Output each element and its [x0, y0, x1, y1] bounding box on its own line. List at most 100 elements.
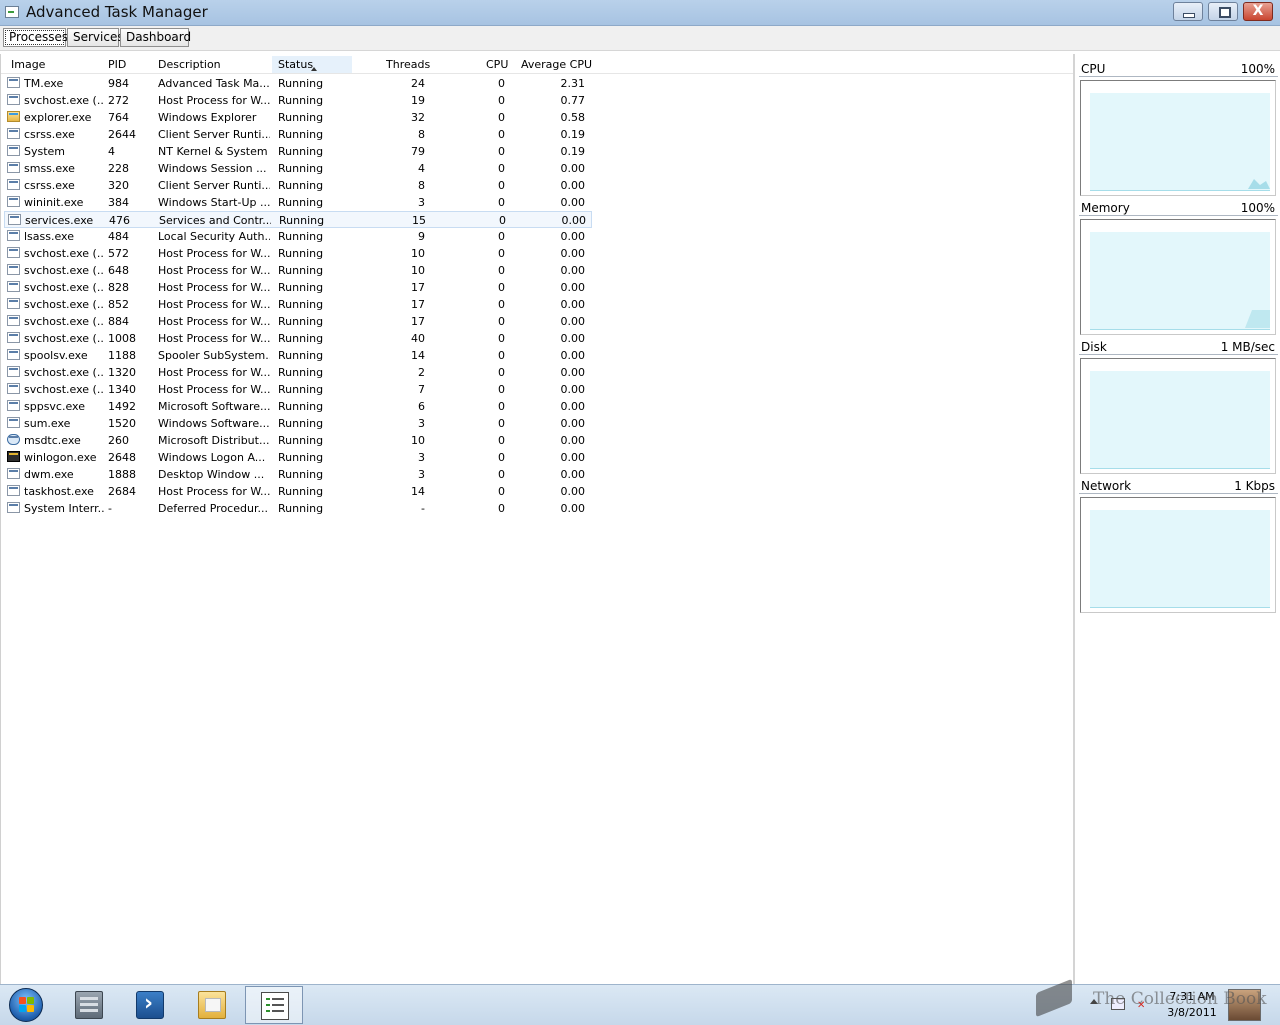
process-status: Running — [278, 400, 324, 413]
process-threads: 9 — [418, 230, 425, 243]
table-row[interactable]: taskhost.exe 2684 Host Process for W... Run… — [4, 483, 592, 500]
column-header-status[interactable]: Status — [278, 58, 313, 71]
column-header-image[interactable]: Image — [11, 58, 45, 71]
process-average-cpu: 0.00 — [560, 315, 586, 328]
graph-value-disk: 1 MB/sec — [1220, 340, 1275, 354]
cpu-graph — [1080, 80, 1276, 196]
table-row[interactable]: svchost.exe (... 828 Host Process for W...… — [4, 279, 592, 296]
taskbar-powershell[interactable] — [121, 986, 179, 1024]
process-threads: 2 — [418, 366, 425, 379]
process-average-cpu: 0.00 — [560, 366, 586, 379]
process-cpu: 0 — [498, 400, 505, 413]
process-image-name: spoolsv.exe — [24, 349, 88, 362]
process-icon — [7, 298, 20, 309]
table-row[interactable]: sum.exe 1520 Windows Software... Running 3 0 0… — [4, 415, 592, 432]
process-average-cpu: 0.00 — [560, 332, 586, 345]
column-header-description[interactable]: Description — [158, 58, 221, 71]
divider — [1079, 76, 1278, 77]
table-row[interactable]: lsass.exe 484 Local Security Auth... Runnin… — [4, 228, 592, 245]
table-row[interactable]: msdtc.exe 260 Microsoft Distribut... Runnin… — [4, 432, 592, 449]
table-row[interactable]: svchost.exe (... 272 Host Process for W...… — [4, 92, 592, 109]
tab-dashboard[interactable]: Dashboard — [120, 28, 191, 47]
process-cpu: 0 — [499, 214, 506, 227]
process-status: Running — [278, 434, 324, 447]
process-image-name: msdtc.exe — [24, 434, 81, 447]
process-pid: 1320 — [108, 366, 136, 379]
process-image-name: svchost.exe (... — [24, 298, 104, 311]
table-row[interactable]: svchost.exe (... 884 Host Process for W...… — [4, 313, 592, 330]
table-row[interactable]: smss.exe 228 Windows Session ... Running 4 0 0… — [4, 160, 592, 177]
process-average-cpu: 0.00 — [560, 417, 586, 430]
taskbar-server-manager[interactable] — [60, 986, 118, 1024]
dashboard-panel: CPU 100% Memory 100% Disk 1 MB/sec Netwo… — [1075, 54, 1280, 984]
process-image-name: sum.exe — [24, 417, 71, 430]
column-header-average-cpu[interactable]: Average CPU — [521, 58, 592, 71]
process-pid: 320 — [108, 179, 129, 192]
table-row[interactable]: csrss.exe 2644 Client Server Runti... Runni… — [4, 126, 592, 143]
table-row[interactable]: wininit.exe 384 Windows Start-Up ... Runnin… — [4, 194, 592, 211]
restore-button[interactable] — [1208, 2, 1238, 21]
minimize-button[interactable] — [1173, 2, 1203, 21]
process-icon — [7, 468, 20, 479]
disk-graph-plot — [1090, 371, 1270, 469]
process-description: Microsoft Software... — [158, 400, 270, 413]
process-pid: 4 — [108, 145, 115, 158]
process-icon — [7, 332, 20, 343]
process-status: Running — [278, 162, 324, 175]
process-average-cpu: 0.00 — [560, 434, 586, 447]
process-pid: 2648 — [108, 451, 136, 464]
process-average-cpu: 0.00 — [561, 214, 587, 227]
process-cpu: 0 — [498, 94, 505, 107]
table-row[interactable]: sppsvc.exe 1492 Microsoft Software... Runni… — [4, 398, 592, 415]
taskbar-task-manager[interactable] — [245, 986, 303, 1024]
process-threads: 3 — [418, 468, 425, 481]
close-button[interactable]: X — [1243, 2, 1273, 21]
column-header-cpu[interactable]: CPU — [486, 58, 508, 71]
tab-services[interactable]: Services — [67, 28, 124, 47]
process-image-name: csrss.exe — [24, 128, 75, 141]
process-description: Host Process for W... — [158, 94, 270, 107]
table-row[interactable]: services.exe 476 Services and Contr... Runn… — [4, 211, 592, 228]
divider — [1079, 215, 1278, 216]
table-row[interactable]: svchost.exe (... 1008 Host Process for W..… — [4, 330, 592, 347]
process-icon — [7, 349, 20, 360]
column-header-pid[interactable]: PID — [108, 58, 126, 71]
memory-graph-plot — [1090, 232, 1270, 330]
table-row[interactable]: System Interr... - Deferred Procedur... Run… — [4, 500, 592, 517]
table-row[interactable]: svchost.exe (... 572 Host Process for W...… — [4, 245, 592, 262]
taskbar-explorer[interactable] — [183, 986, 241, 1024]
table-row[interactable]: spoolsv.exe 1188 Spooler SubSystem... Runni… — [4, 347, 592, 364]
column-header-threads[interactable]: Threads — [386, 58, 430, 71]
process-list[interactable]: Image PID Description Status Threads CPU… — [0, 54, 1073, 984]
process-threads: 4 — [418, 162, 425, 175]
process-image-name: svchost.exe (... — [24, 315, 104, 328]
network-graph — [1080, 497, 1276, 613]
table-row[interactable]: winlogon.exe 2648 Windows Logon A... Runnin… — [4, 449, 592, 466]
process-status: Running — [278, 111, 324, 124]
tab-processes[interactable]: Processes — [3, 28, 68, 47]
table-row[interactable]: dwm.exe 1888 Desktop Window ... Running 3 0 0.… — [4, 466, 592, 483]
tm-app-icon — [7, 77, 20, 88]
process-icon — [7, 485, 20, 496]
process-description: Host Process for W... — [158, 315, 270, 328]
table-row[interactable]: svchost.exe (... 1320 Host Process for W..… — [4, 364, 592, 381]
table-row[interactable]: svchost.exe (... 1340 Host Process for W..… — [4, 381, 592, 398]
process-icon — [7, 315, 20, 326]
table-row[interactable]: explorer.exe 764 Windows Explorer Running 32… — [4, 109, 592, 126]
process-icon — [7, 400, 20, 411]
start-button[interactable] — [3, 986, 49, 1024]
table-row[interactable]: TM.exe 984 Advanced Task Ma... Running 24 0 2.… — [4, 75, 592, 92]
table-row[interactable]: svchost.exe (... 648 Host Process for W...… — [4, 262, 592, 279]
title-bar[interactable]: Advanced Task Manager X — [0, 0, 1280, 26]
process-cpu: 0 — [498, 434, 505, 447]
process-image-name: smss.exe — [24, 162, 75, 175]
process-pid: 984 — [108, 77, 129, 90]
network-graph-plot — [1090, 510, 1270, 608]
table-row[interactable]: svchost.exe (... 852 Host Process for W...… — [4, 296, 592, 313]
table-header: Image PID Description Status Threads CPU… — [1, 56, 1073, 74]
windows-logo-icon — [9, 988, 43, 1022]
table-row[interactable]: System 4 NT Kernel & System Running 79 0 0.19 — [4, 143, 592, 160]
process-image-name: System Interr... — [24, 502, 104, 515]
table-row[interactable]: csrss.exe 320 Client Server Runti... Runnin… — [4, 177, 592, 194]
process-pid: 476 — [109, 214, 130, 227]
